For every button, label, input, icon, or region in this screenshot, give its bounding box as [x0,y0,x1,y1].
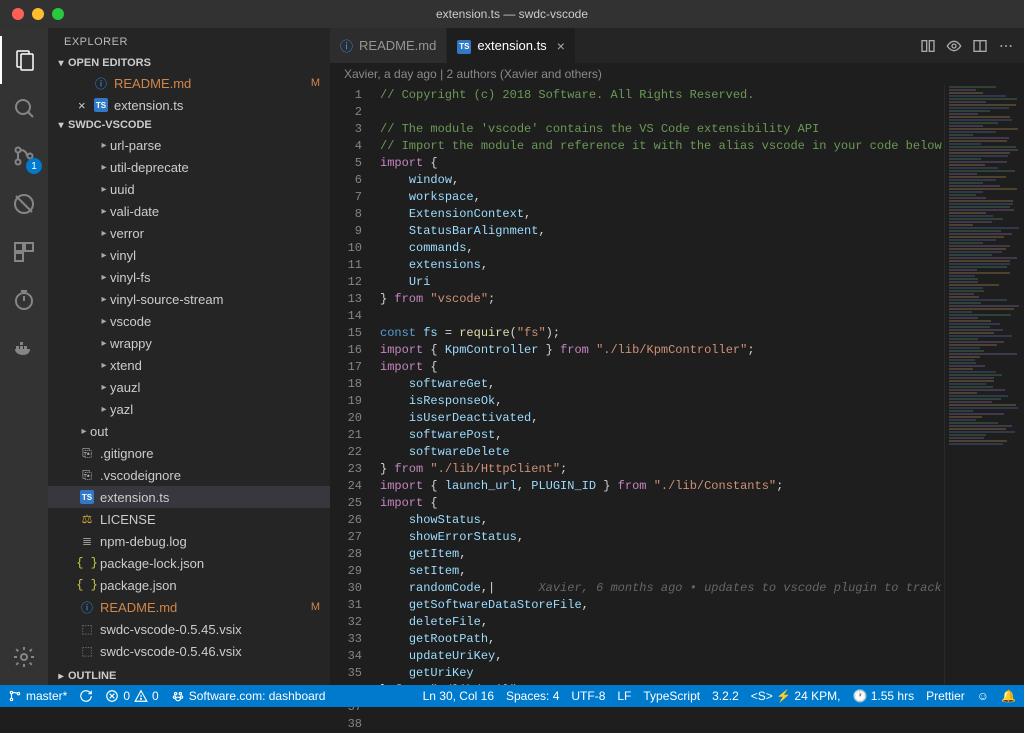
minimap[interactable] [944,85,1024,685]
window-title: extension.ts — swdc-vscode [0,7,1024,21]
folder-item[interactable]: ▸xtend [48,354,330,376]
kpm-rate[interactable]: <S> ⚡ 24 KPM, [751,689,841,703]
warning-icon [134,689,148,703]
line-numbers: 1234567891011121314151617181920212223242… [330,85,380,685]
minimize-window-button[interactable] [32,8,44,20]
docker-icon[interactable] [0,324,48,372]
outline-label: OUTLINE [68,670,116,682]
close-window-button[interactable] [12,8,24,20]
folder-item[interactable]: ▸vinyl [48,244,330,266]
folder-item[interactable]: ▸yazl [48,398,330,420]
folder-item[interactable]: ▸vinyl-fs [48,266,330,288]
cursor-position[interactable]: Ln 30, Col 16 [423,689,494,703]
editor-tabs: ⓘREADME.mdTSextension.ts× [330,28,1024,63]
folder-item[interactable]: ▸vscode [48,310,330,332]
source-control-icon[interactable] [0,132,48,180]
open-editor-item[interactable]: ×TSextension.ts [48,94,330,116]
settings-gear-icon[interactable] [0,633,48,681]
branch-icon [8,689,22,703]
eol[interactable]: LF [617,689,631,703]
file-item[interactable]: ⬚swdc-vscode-0.5.45.vsix [48,618,330,640]
folder-item[interactable]: ▸url-parse [48,134,330,156]
editor-tab[interactable]: TSextension.ts× [447,28,576,63]
folder-item[interactable]: ▸util-deprecate [48,156,330,178]
encoding[interactable]: UTF-8 [571,689,605,703]
chevron-down-icon: ▾ [54,58,68,69]
explorer-icon[interactable] [0,36,48,84]
file-item[interactable]: ≣npm-debug.log [48,530,330,552]
window-controls [0,8,64,20]
problems[interactable]: 0 0 [105,689,158,703]
activity-bar: 1 [0,28,48,685]
editor-actions [920,28,1024,63]
status-bar: master* 0 0 Software.com: dashboard Ln 3… [0,685,1024,707]
open-editors-header[interactable]: ▾ OPEN EDITORS [48,54,330,72]
chevron-down-icon: ▾ [54,120,68,131]
file-item[interactable]: ⚖LICENSE [48,508,330,530]
explorer-sidebar: EXPLORER ▾ OPEN EDITORS ⓘREADME.mdM×TSex… [48,28,330,685]
more-icon[interactable] [998,38,1014,54]
chevron-right-icon: ▸ [54,671,68,682]
folder-item[interactable]: ▸vinyl-source-stream [48,288,330,310]
folder-item[interactable]: ▸verror [48,222,330,244]
feedback-icon[interactable]: ☺ [977,689,989,703]
prettier-status[interactable]: Prettier [926,689,965,703]
project-header[interactable]: ▾ SWDC-VSCODE [48,116,330,134]
search-icon[interactable] [0,84,48,132]
titlebar: extension.ts — swdc-vscode [0,0,1024,28]
error-icon [105,689,119,703]
editor-tab[interactable]: ⓘREADME.md [330,28,447,63]
folder-item[interactable]: ▸wrappy [48,332,330,354]
file-item[interactable]: ⬚swdc-vscode-0.5.46.vsix [48,640,330,662]
preview-icon[interactable] [946,38,962,54]
file-item[interactable]: TSextension.ts [48,486,330,508]
extensions-icon[interactable] [0,228,48,276]
folder-item[interactable]: ▸yauzl [48,376,330,398]
git-blame-header: Xavier, a day ago | 2 authors (Xavier an… [330,63,1024,85]
file-item[interactable]: { }package.json [48,574,330,596]
compare-icon[interactable] [920,38,936,54]
language-mode[interactable]: TypeScript [643,689,700,703]
editor-area: ⓘREADME.mdTSextension.ts× Xavier, a day … [330,28,1024,685]
notifications-bell-icon[interactable]: 🔔 [1001,689,1016,703]
project-label: SWDC-VSCODE [68,119,152,131]
close-tab-icon[interactable]: × [557,38,565,54]
sidebar-title: EXPLORER [48,28,330,54]
open-editors-label: OPEN EDITORS [68,57,151,69]
software-dashboard[interactable]: Software.com: dashboard [171,689,326,703]
file-item[interactable]: ⓘREADME.mdM [48,596,330,618]
file-item[interactable]: ⎘.gitignore [48,442,330,464]
code-editor[interactable]: 1234567891011121314151617181920212223242… [330,85,1024,685]
outline-header[interactable]: ▸ OUTLINE [48,667,330,685]
paw-icon [171,689,185,703]
split-icon[interactable] [972,38,988,54]
maximize-window-button[interactable] [52,8,64,20]
scm-badge: 1 [26,158,42,174]
ts-version[interactable]: 3.2.2 [712,689,739,703]
file-item[interactable]: ⎘.vscodeignore [48,464,330,486]
indentation[interactable]: Spaces: 4 [506,689,559,703]
timer-icon[interactable] [0,276,48,324]
sync-icon [79,689,93,703]
folder-item[interactable]: ▸uuid [48,178,330,200]
file-item[interactable]: { }package-lock.json [48,552,330,574]
debug-icon[interactable] [0,180,48,228]
sync-button[interactable] [79,689,93,703]
folder-item[interactable]: ▸vali-date [48,200,330,222]
git-branch[interactable]: master* [8,689,67,703]
folder-item[interactable]: ▸out [48,420,330,442]
open-editor-item[interactable]: ⓘREADME.mdM [48,72,330,94]
code-content[interactable]: // Copyright (c) 2018 Software. All Righ… [380,85,944,685]
time-tracked[interactable]: 🕐 1.55 hrs [852,689,914,703]
